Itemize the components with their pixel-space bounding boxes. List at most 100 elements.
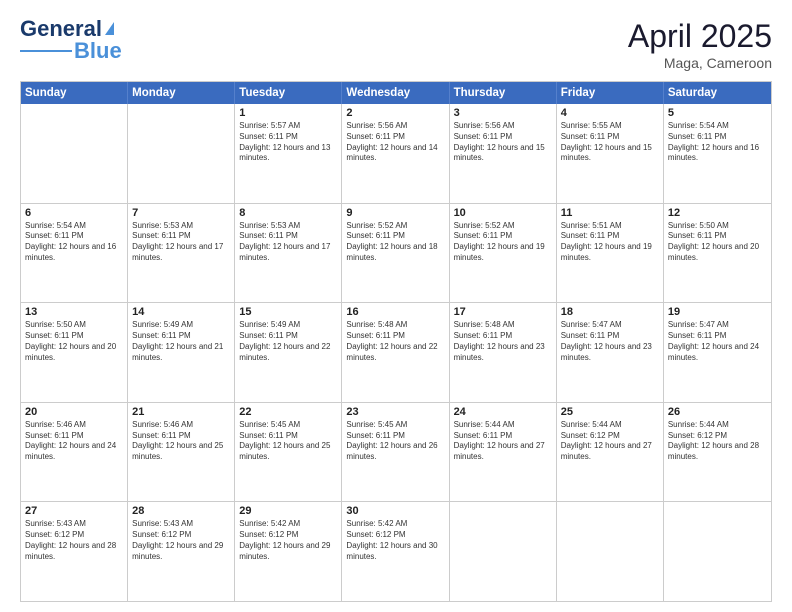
day-number: 10 bbox=[454, 207, 552, 219]
day-sun-info: Sunrise: 5:53 AM Sunset: 6:11 PM Dayligh… bbox=[132, 221, 230, 264]
col-header-friday: Friday bbox=[557, 82, 664, 104]
day-number: 6 bbox=[25, 207, 123, 219]
day-sun-info: Sunrise: 5:51 AM Sunset: 6:11 PM Dayligh… bbox=[561, 221, 659, 264]
logo-blue-text: Blue bbox=[74, 40, 122, 62]
day-sun-info: Sunrise: 5:56 AM Sunset: 6:11 PM Dayligh… bbox=[454, 121, 552, 164]
day-sun-info: Sunrise: 5:44 AM Sunset: 6:12 PM Dayligh… bbox=[668, 420, 767, 463]
day-number: 15 bbox=[239, 306, 337, 318]
day-number: 3 bbox=[454, 107, 552, 119]
calendar-cell: 20 Sunrise: 5:46 AM Sunset: 6:11 PM Dayli… bbox=[21, 403, 128, 502]
day-number: 1 bbox=[239, 107, 337, 119]
calendar-cell: 1 Sunrise: 5:57 AM Sunset: 6:11 PM Daylig… bbox=[235, 104, 342, 203]
calendar-cell bbox=[664, 502, 771, 601]
col-header-monday: Monday bbox=[128, 82, 235, 104]
calendar-cell: 7 Sunrise: 5:53 AM Sunset: 6:11 PM Daylig… bbox=[128, 204, 235, 303]
calendar-cell: 14Sunrise: 5:49 AM Sunset: 6:11 PM Dayli… bbox=[128, 303, 235, 402]
day-sun-info: Sunrise: 5:43 AM Sunset: 6:12 PM Dayligh… bbox=[132, 519, 230, 562]
calendar-cell: 30 Sunrise: 5:42 AM Sunset: 6:12 PM Dayli… bbox=[342, 502, 449, 601]
calendar-cell: 26 Sunrise: 5:44 AM Sunset: 6:12 PM Dayli… bbox=[664, 403, 771, 502]
title-block: April 2025 Maga, Cameroon bbox=[628, 18, 772, 71]
calendar-cell: 9Sunrise: 5:52 AM Sunset: 6:11 PM Daylig… bbox=[342, 204, 449, 303]
calendar-cell: 13 Sunrise: 5:50 AM Sunset: 6:11 PM Dayli… bbox=[21, 303, 128, 402]
col-header-tuesday: Tuesday bbox=[235, 82, 342, 104]
calendar-cell: 10 Sunrise: 5:52 AM Sunset: 6:11 PM Dayli… bbox=[450, 204, 557, 303]
logo: General Blue bbox=[20, 18, 122, 62]
day-sun-info: Sunrise: 5:47 AM Sunset: 6:11 PM Dayligh… bbox=[561, 320, 659, 363]
calendar-location: Maga, Cameroon bbox=[628, 55, 772, 71]
calendar-cell: 6 Sunrise: 5:54 AM Sunset: 6:11 PM Daylig… bbox=[21, 204, 128, 303]
day-number: 7 bbox=[132, 207, 230, 219]
day-sun-info: Sunrise: 5:53 AM Sunset: 6:11 PM Dayligh… bbox=[239, 221, 337, 264]
day-sun-info: Sunrise: 5:42 AM Sunset: 6:12 PM Dayligh… bbox=[346, 519, 444, 562]
calendar-cell: 17Sunrise: 5:48 AM Sunset: 6:11 PM Dayli… bbox=[450, 303, 557, 402]
calendar-cell: 16Sunrise: 5:48 AM Sunset: 6:11 PM Dayli… bbox=[342, 303, 449, 402]
day-number: 26 bbox=[668, 406, 767, 418]
calendar-cell: 3 Sunrise: 5:56 AM Sunset: 6:11 PM Daylig… bbox=[450, 104, 557, 203]
calendar-cell bbox=[128, 104, 235, 203]
calendar-cell: 15 Sunrise: 5:49 AM Sunset: 6:11 PM Dayli… bbox=[235, 303, 342, 402]
calendar-body: 1 Sunrise: 5:57 AM Sunset: 6:11 PM Daylig… bbox=[21, 104, 771, 601]
day-number: 2 bbox=[346, 107, 444, 119]
day-number: 30 bbox=[346, 505, 444, 517]
calendar-cell: 24 Sunrise: 5:44 AM Sunset: 6:11 PM Dayli… bbox=[450, 403, 557, 502]
header: General Blue April 2025 Maga, Cameroon bbox=[20, 18, 772, 71]
day-sun-info: Sunrise: 5:49 AM Sunset: 6:11 PM Dayligh… bbox=[239, 320, 337, 363]
day-number: 25 bbox=[561, 406, 659, 418]
logo-general-text: General bbox=[20, 18, 102, 40]
day-sun-info: Sunrise: 5:54 AM Sunset: 6:11 PM Dayligh… bbox=[25, 221, 123, 264]
day-number: 9 bbox=[346, 207, 444, 219]
day-number: 27 bbox=[25, 505, 123, 517]
day-number: 19 bbox=[668, 306, 767, 318]
calendar-cell bbox=[450, 502, 557, 601]
day-number: 12 bbox=[668, 207, 767, 219]
calendar-cell: 27Sunrise: 5:43 AM Sunset: 6:12 PM Dayli… bbox=[21, 502, 128, 601]
col-header-thursday: Thursday bbox=[450, 82, 557, 104]
col-header-saturday: Saturday bbox=[664, 82, 771, 104]
day-sun-info: Sunrise: 5:52 AM Sunset: 6:11 PM Dayligh… bbox=[454, 221, 552, 264]
calendar-cell: 28 Sunrise: 5:43 AM Sunset: 6:12 PM Dayli… bbox=[128, 502, 235, 601]
col-header-sunday: Sunday bbox=[21, 82, 128, 104]
day-number: 21 bbox=[132, 406, 230, 418]
calendar-cell: 2 Sunrise: 5:56 AM Sunset: 6:11 PM Daylig… bbox=[342, 104, 449, 203]
day-number: 29 bbox=[239, 505, 337, 517]
calendar-cell: 25Sunrise: 5:44 AM Sunset: 6:12 PM Dayli… bbox=[557, 403, 664, 502]
day-sun-info: Sunrise: 5:46 AM Sunset: 6:11 PM Dayligh… bbox=[132, 420, 230, 463]
calendar-cell: 11 Sunrise: 5:51 AM Sunset: 6:11 PM Dayli… bbox=[557, 204, 664, 303]
day-sun-info: Sunrise: 5:45 AM Sunset: 6:11 PM Dayligh… bbox=[346, 420, 444, 463]
day-sun-info: Sunrise: 5:42 AM Sunset: 6:12 PM Dayligh… bbox=[239, 519, 337, 562]
calendar-week-4: 20 Sunrise: 5:46 AM Sunset: 6:11 PM Dayli… bbox=[21, 403, 771, 503]
calendar-cell: 12 Sunrise: 5:50 AM Sunset: 6:11 PM Dayli… bbox=[664, 204, 771, 303]
day-sun-info: Sunrise: 5:50 AM Sunset: 6:11 PM Dayligh… bbox=[25, 320, 123, 363]
calendar-week-5: 27 Sunrise: 5:43 AM Sunset: 6:12 PM Dayli… bbox=[21, 502, 771, 601]
calendar-cell: 5Sunrise: 5:54 AM Sunset: 6:11 PM Daylig… bbox=[664, 104, 771, 203]
calendar-cell: 22 Sunrise: 5:45 AM Sunset: 6:11 PM Dayli… bbox=[235, 403, 342, 502]
day-number: 8 bbox=[239, 207, 337, 219]
day-number: 28 bbox=[132, 505, 230, 517]
day-sun-info: Sunrise: 5:45 AM Sunset: 6:11 PM Dayligh… bbox=[239, 420, 337, 463]
day-sun-info: Sunrise: 5:44 AM Sunset: 6:11 PM Dayligh… bbox=[454, 420, 552, 463]
calendar-header-row: SundayMondayTuesdayWednesdayThursdayFrid… bbox=[21, 82, 771, 104]
calendar: SundayMondayTuesdayWednesdayThursdayFrid… bbox=[20, 81, 772, 602]
calendar-title: April 2025 bbox=[628, 18, 772, 55]
day-sun-info: Sunrise: 5:46 AM Sunset: 6:11 PM Dayligh… bbox=[25, 420, 123, 463]
day-number: 13 bbox=[25, 306, 123, 318]
col-header-wednesday: Wednesday bbox=[342, 82, 449, 104]
day-sun-info: Sunrise: 5:50 AM Sunset: 6:11 PM Dayligh… bbox=[668, 221, 767, 264]
calendar-cell bbox=[557, 502, 664, 601]
calendar-cell: 8 Sunrise: 5:53 AM Sunset: 6:11 PM Daylig… bbox=[235, 204, 342, 303]
calendar-week-3: 13 Sunrise: 5:50 AM Sunset: 6:11 PM Dayli… bbox=[21, 303, 771, 403]
day-number: 20 bbox=[25, 406, 123, 418]
day-number: 24 bbox=[454, 406, 552, 418]
day-sun-info: Sunrise: 5:48 AM Sunset: 6:11 PM Dayligh… bbox=[454, 320, 552, 363]
day-number: 14 bbox=[132, 306, 230, 318]
day-sun-info: Sunrise: 5:57 AM Sunset: 6:11 PM Dayligh… bbox=[239, 121, 337, 164]
day-sun-info: Sunrise: 5:54 AM Sunset: 6:11 PM Dayligh… bbox=[668, 121, 767, 164]
calendar-cell: 4Sunrise: 5:55 AM Sunset: 6:11 PM Daylig… bbox=[557, 104, 664, 203]
day-number: 4 bbox=[561, 107, 659, 119]
day-sun-info: Sunrise: 5:56 AM Sunset: 6:11 PM Dayligh… bbox=[346, 121, 444, 164]
day-number: 22 bbox=[239, 406, 337, 418]
calendar-week-2: 6 Sunrise: 5:54 AM Sunset: 6:11 PM Daylig… bbox=[21, 204, 771, 304]
day-number: 23 bbox=[346, 406, 444, 418]
day-number: 11 bbox=[561, 207, 659, 219]
day-sun-info: Sunrise: 5:47 AM Sunset: 6:11 PM Dayligh… bbox=[668, 320, 767, 363]
